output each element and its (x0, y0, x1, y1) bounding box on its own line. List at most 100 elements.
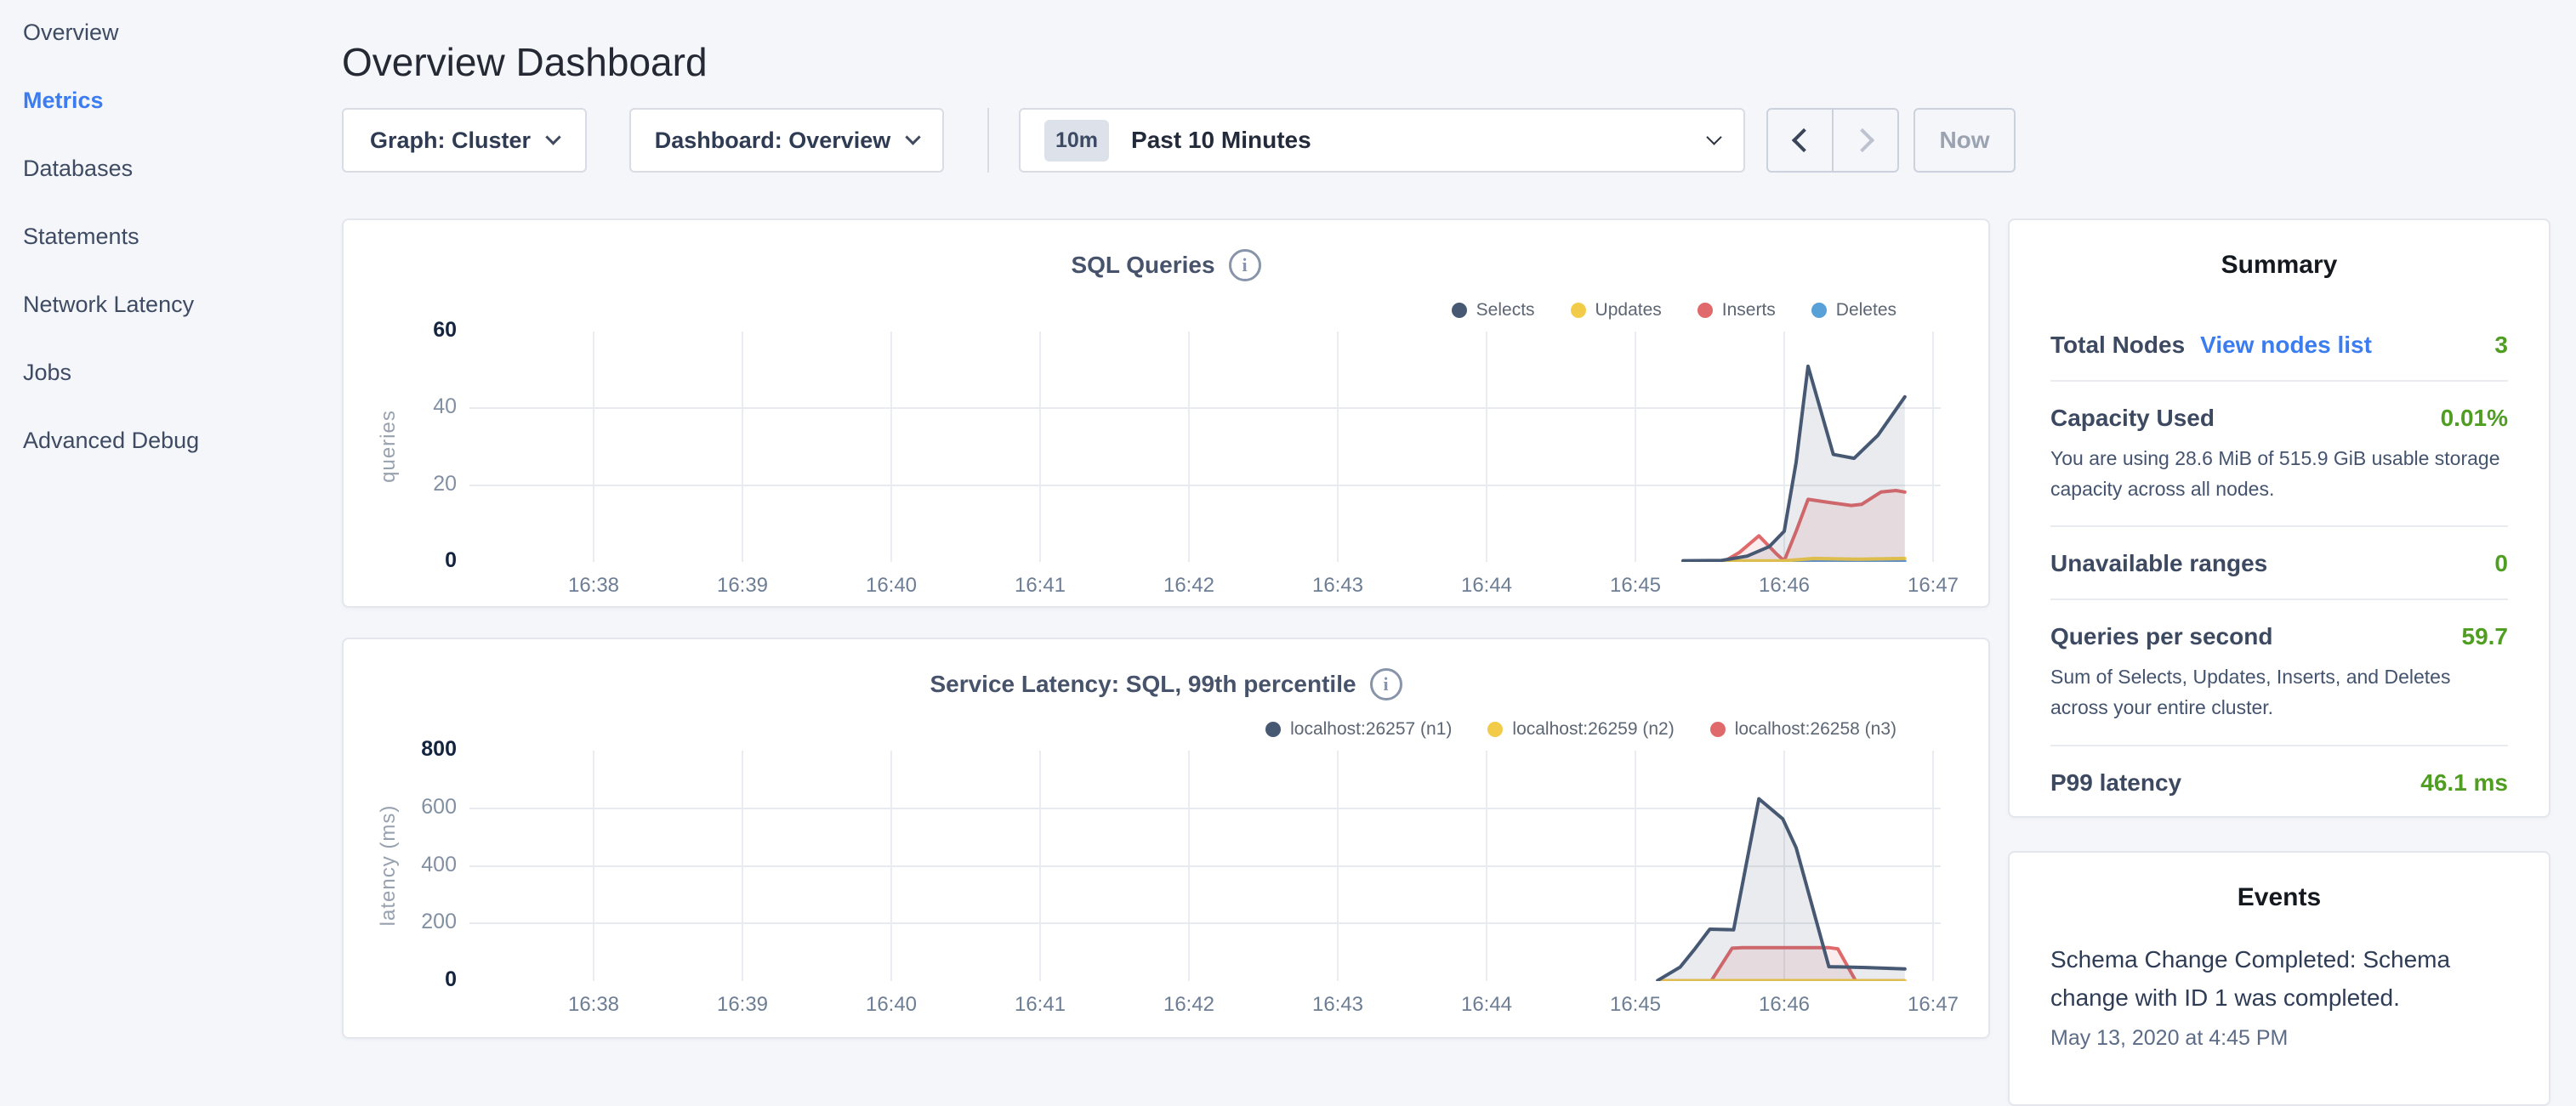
time-range-selector[interactable]: 10m Past 10 Minutes (1019, 108, 1745, 173)
y-tick-label: 200 (367, 910, 457, 934)
chart-title: Service Latency: SQL, 99th percentile (930, 671, 1356, 698)
summary-row-subtext: Sum of Selects, Updates, Inserts, and De… (2050, 662, 2508, 723)
y-tick-label: 400 (367, 853, 457, 877)
summary-row-value: 46.1 ms (2420, 769, 2508, 797)
summary-row-label: Total Nodes (2050, 332, 2185, 359)
y-tick-label: 40 (367, 394, 457, 419)
legend-item-localhost-26257-n1: localhost:26257 (n1) (1265, 719, 1452, 740)
chart-plot-area[interactable] (469, 332, 1941, 562)
y-tick-label: 0 (367, 967, 457, 992)
summary-rows: Total NodesView nodes list3Capacity Used… (2050, 309, 2508, 818)
summary-row-main: Queries per second 59.7 (2050, 623, 2508, 650)
summary-row-p99-latency: P99 latency 46.1 ms (2050, 746, 2508, 818)
y-tick-label: 0 (367, 548, 457, 573)
summary-row-label: Unavailable ranges (2050, 550, 2267, 577)
time-next-button[interactable] (1834, 110, 1897, 171)
y-tick-label: 600 (367, 795, 457, 820)
event-timestamp: May 13, 2020 at 4:45 PM (2050, 1026, 2515, 1051)
legend-label: localhost:26258 (n3) (1735, 719, 1896, 740)
chart-series-svg (469, 751, 1941, 981)
service-latency-chart-card: Service Latency: SQL, 99th percentile i … (342, 638, 1990, 1039)
graph-dropdown[interactable]: Graph: Cluster (342, 108, 587, 173)
summary-row-subtext: You are using 28.6 MiB of 515.9 GiB usab… (2050, 444, 2508, 504)
legend-label: localhost:26257 (n1) (1290, 719, 1452, 740)
x-tick-label: 16:38 (543, 993, 645, 1017)
page-title: Overview Dashboard (342, 39, 708, 85)
x-tick-label: 16:41 (989, 993, 1091, 1017)
x-tick-label: 16:39 (691, 993, 793, 1017)
chevron-down-icon (545, 129, 560, 145)
info-icon[interactable]: i (1370, 668, 1402, 700)
dashboard-dropdown[interactable]: Dashboard: Overview (629, 108, 944, 173)
y-tick-label: 60 (367, 318, 457, 343)
legend-item-deletes: Deletes (1811, 300, 1896, 320)
y-tick-label: 20 (367, 472, 457, 496)
events-panel: Events Schema Change Completed: Schema c… (2008, 851, 2550, 1106)
summary-title: Summary (2010, 251, 2549, 280)
time-prev-button[interactable] (1768, 110, 1834, 171)
y-tick-label: 800 (367, 737, 457, 762)
legend-label: Updates (1595, 300, 1662, 320)
chevron-left-icon (1791, 128, 1815, 152)
legend-item-localhost-26258-n3: localhost:26258 (n3) (1710, 719, 1896, 740)
summary-row-value: 59.7 (2462, 623, 2509, 650)
chart-title: SQL Queries (1071, 252, 1214, 279)
legend-dot-icon (1710, 722, 1726, 737)
chart-plot-area[interactable] (469, 751, 1941, 981)
series-area-localhost-26257-n1 (1658, 799, 1905, 981)
summary-row-total-nodes: Total NodesView nodes list3 (2050, 309, 2508, 382)
legend-dot-icon (1487, 722, 1503, 737)
legend-dot-icon (1811, 303, 1827, 318)
info-icon[interactable]: i (1229, 249, 1261, 281)
chart-header: Service Latency: SQL, 99th percentile i (344, 668, 1988, 700)
x-tick-label: 16:41 (989, 574, 1091, 598)
legend-item-updates: Updates (1571, 300, 1662, 320)
sidebar-item-databases[interactable]: Databases (23, 156, 133, 182)
sidebar-item-metrics[interactable]: Metrics (23, 88, 104, 114)
summary-panel: Summary Total NodesView nodes list3Capac… (2008, 218, 2550, 818)
sql-queries-chart-card: SQL Queries i SelectsUpdatesInsertsDelet… (342, 218, 1990, 608)
sidebar-item-statements[interactable]: Statements (23, 224, 139, 250)
time-range-badge: 10m (1044, 120, 1109, 162)
legend-label: Selects (1476, 300, 1535, 320)
sidebar-item-overview[interactable]: Overview (23, 20, 119, 46)
summary-row-main: P99 latency 46.1 ms (2050, 769, 2508, 797)
summary-row-link[interactable]: View nodes list (2200, 332, 2372, 359)
chevron-down-icon (906, 129, 921, 145)
x-tick-label: 16:45 (1584, 993, 1686, 1017)
summary-row-value: 0 (2494, 550, 2508, 577)
x-tick-label: 16:47 (1882, 993, 1984, 1017)
x-tick-label: 16:43 (1287, 574, 1389, 598)
legend-dot-icon (1697, 303, 1713, 318)
dashboard-dropdown-label: Dashboard: Overview (655, 128, 891, 154)
graph-dropdown-label: Graph: Cluster (370, 128, 531, 154)
x-tick-label: 16:42 (1138, 574, 1240, 598)
chevron-right-icon (1850, 128, 1874, 152)
summary-row-value: 0.01% (2441, 405, 2508, 432)
event-list: Schema Change Completed: Schema change w… (2050, 941, 2515, 1051)
x-tick-label: 16:46 (1733, 574, 1835, 598)
events-title: Events (2010, 883, 2549, 912)
summary-row-capacity-used: Capacity Used 0.01% You are using 28.6 MiB… (2050, 382, 2508, 527)
summary-row-label: Queries per second (2050, 623, 2272, 650)
summary-row-unavailable-ranges: Unavailable ranges 0 (2050, 527, 2508, 600)
summary-row-label: P99 latency (2050, 769, 2181, 797)
time-range-label: Past 10 Minutes (1131, 127, 1311, 154)
summary-row-queries-per-second: Queries per second 59.7 Sum of Selects, Up… (2050, 600, 2508, 746)
x-tick-label: 16:38 (543, 574, 645, 598)
chart-legend: localhost:26257 (n1) localhost:26259 (n2)… (1265, 719, 1896, 740)
legend-label: localhost:26259 (n2) (1512, 719, 1674, 740)
now-button[interactable]: Now (1914, 108, 2016, 173)
summary-row-main: Total NodesView nodes list3 (2050, 332, 2508, 359)
x-tick-label: 16:45 (1584, 574, 1686, 598)
x-tick-label: 16:39 (691, 574, 793, 598)
x-tick-label: 16:46 (1733, 993, 1835, 1017)
sidebar-item-jobs[interactable]: Jobs (23, 360, 71, 386)
legend-label: Deletes (1836, 300, 1896, 320)
sidebar-item-network-latency[interactable]: Network Latency (23, 292, 194, 318)
event-text: Schema Change Completed: Schema change w… (2050, 941, 2515, 1018)
summary-row-label: Capacity Used (2050, 405, 2215, 432)
summary-row-main: Unavailable ranges 0 (2050, 550, 2508, 577)
x-tick-label: 16:42 (1138, 993, 1240, 1017)
sidebar-item-advanced-debug[interactable]: Advanced Debug (23, 428, 199, 454)
